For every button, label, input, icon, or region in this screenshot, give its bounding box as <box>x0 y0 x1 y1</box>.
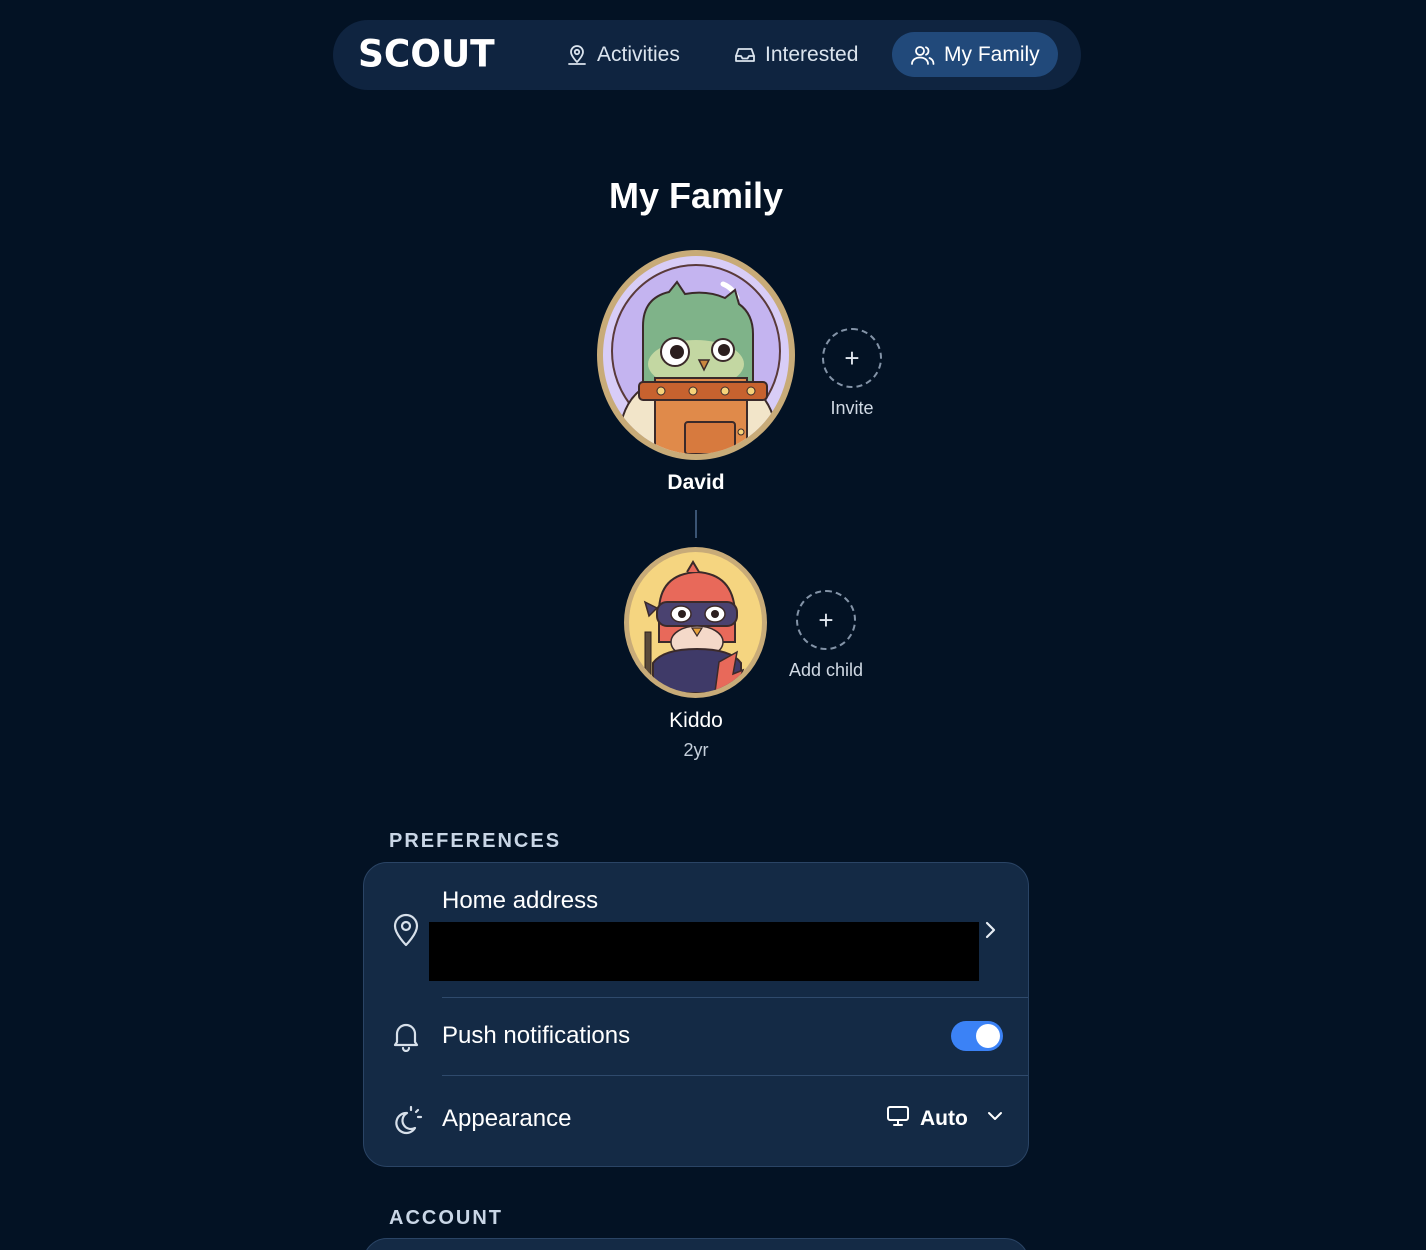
add-child-label: Add child <box>788 660 864 680</box>
inbox-icon <box>733 43 757 67</box>
avatar-david[interactable] <box>597 250 795 460</box>
invite-button[interactable]: + <box>822 328 882 388</box>
push-notifications-label: Push notifications <box>442 1022 631 1049</box>
appearance-label: Appearance <box>442 1105 572 1132</box>
nav-tab-interested-label: Interested <box>765 42 859 66</box>
account-card <box>363 1238 1029 1250</box>
ninja-bird-illustration <box>629 552 762 693</box>
preferences-card: Home address Push notifications Appearan… <box>363 862 1029 1167</box>
location-pin-icon <box>392 913 420 947</box>
appearance-value: Auto <box>920 1106 968 1130</box>
nav-tab-activities[interactable]: Activities <box>565 32 680 77</box>
toggle-knob <box>976 1024 1000 1048</box>
account-heading: ACCOUNT <box>389 1207 503 1229</box>
plus-icon: + <box>818 604 834 635</box>
plus-icon: + <box>844 342 860 373</box>
push-notifications-toggle[interactable] <box>951 1021 1003 1051</box>
nav-tab-activities-label: Activities <box>597 42 680 66</box>
push-notifications-row: Push notifications <box>364 998 1028 1075</box>
add-child-button[interactable]: + <box>796 590 856 650</box>
map-pin-person-icon <box>565 43 589 67</box>
avatar-kiddo[interactable] <box>624 547 767 698</box>
home-address-value-redacted <box>429 922 979 981</box>
invite-label: Invite <box>830 398 874 418</box>
home-address-row[interactable]: Home address <box>364 863 1028 997</box>
nav-tab-my-family-label: My Family <box>944 42 1040 66</box>
chevron-right-icon <box>982 919 998 946</box>
family-tree-connector <box>695 510 697 538</box>
owl-astronaut-illustration <box>603 256 789 454</box>
nav-tab-my-family[interactable]: My Family <box>892 32 1058 77</box>
bell-icon <box>392 1020 420 1052</box>
page-title: My Family <box>608 175 784 216</box>
member-name-kiddo: Kiddo <box>669 709 723 732</box>
home-address-label: Home address <box>442 887 599 914</box>
top-nav: SCOUT Activities Interested My Family <box>333 20 1081 90</box>
member-age-kiddo: 2yr <box>683 740 709 760</box>
sun-moon-icon <box>392 1104 424 1136</box>
users-icon <box>910 43 936 67</box>
member-name-david: David <box>667 471 725 494</box>
appearance-select[interactable]: Auto <box>886 1105 1004 1132</box>
nav-tab-interested[interactable]: Interested <box>733 32 858 77</box>
scout-logo[interactable]: SCOUT <box>358 31 495 79</box>
chevron-down-icon <box>986 1109 1004 1128</box>
preferences-heading: PREFERENCES <box>389 830 562 852</box>
page: SCOUT Activities Interested My Family My… <box>0 0 1426 1250</box>
monitor-icon <box>886 1105 910 1132</box>
